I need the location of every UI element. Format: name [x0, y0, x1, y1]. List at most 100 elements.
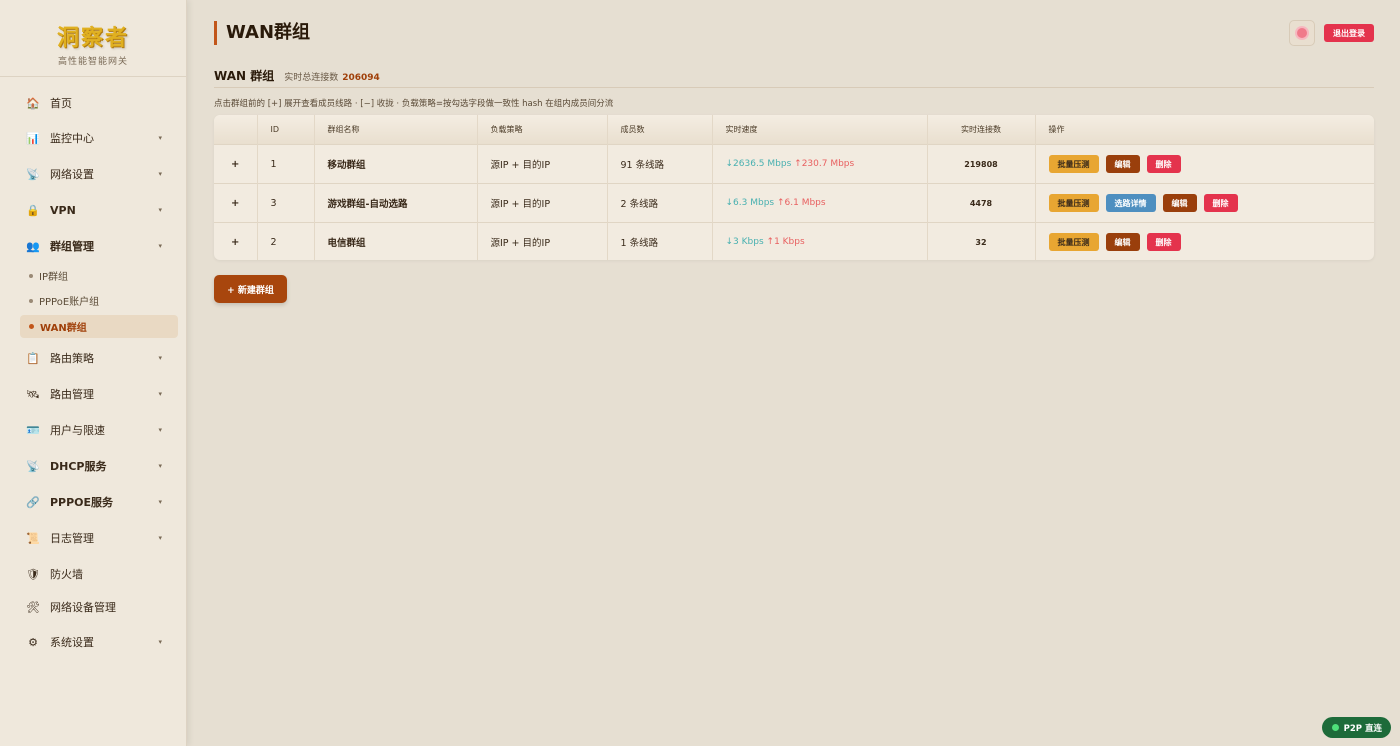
chevron-down-icon: ▾ — [158, 242, 162, 250]
connections-cell: 4478 — [927, 183, 1036, 223]
p2p-label: P2P 直连 — [1343, 723, 1382, 734]
chevron-down-icon: ▾ — [158, 426, 162, 434]
group-name-cell: 电信群组 — [314, 222, 478, 260]
status-led-icon — [1331, 724, 1339, 731]
id-cell: 1 — [257, 144, 315, 184]
id-cell: 3 — [257, 183, 315, 223]
sidebar-item-label: 首页 — [50, 97, 72, 110]
actions-cell: 批量压测 编辑 删除 — [1035, 144, 1374, 184]
sidebar-item-5[interactable]: 📋 路由策略 ▾ — [20, 345, 168, 371]
download-speed: ↓6.3 Mbps — [725, 198, 775, 208]
sidebar-item-1[interactable]: 📊 监控中心 ▾ — [20, 125, 168, 151]
chevron-down-icon: ▾ — [158, 462, 162, 470]
sidebar: 洞察者 高性能智能网关 🏠 首页 📊 监控中心 ▾ 📡 网络设置 ▾ 🔒 VPN ▾ 👥 群组管理 ▾ 📋 路… — [0, 0, 187, 746]
stress-test-button[interactable]: 批量压测 — [1048, 155, 1099, 173]
members-cell: 1 条线路 — [607, 222, 713, 260]
sidebar-item-label: 群组管理 — [50, 240, 94, 253]
sidebar-subitem-0[interactable]: IP群组 — [20, 264, 178, 287]
expand-cell: + — [214, 183, 258, 223]
live-connections-label: 实时总连接数 — [284, 73, 339, 83]
section-title: WAN 群组 — [214, 69, 275, 83]
route-detail-button[interactable]: 选路详情 — [1105, 194, 1156, 212]
speed-cell: ↓2636.5 Mbps ↑230.7 Mbps — [712, 144, 928, 184]
sidebar-item-label: DHCP服务 — [50, 460, 107, 473]
edit-button[interactable]: 编辑 — [1105, 233, 1140, 251]
sidebar-item-8[interactable]: 📡 DHCP服务 ▾ — [20, 453, 168, 479]
table-header-row: ID 群组名称 负载策略 成员数 实时速度 实时连接数 操作 — [214, 115, 1374, 145]
sidebar-item-label: 路由策略 — [50, 352, 94, 365]
chevron-down-icon: ▾ — [158, 206, 162, 214]
group-name-cell: 移动群组 — [314, 144, 478, 184]
col-speed-header: 实时速度 — [712, 115, 928, 145]
delete-button[interactable]: 删除 — [1146, 233, 1181, 251]
sidebar-subitem-1[interactable]: PPPoE账户组 — [20, 289, 178, 312]
sidebar-item-4[interactable]: 👥 群组管理 ▾ — [20, 233, 168, 259]
table-row: +1 移动群组 源IP + 目的IP 91 条线路 ↓2636.5 Mbps ↑230.… — [214, 144, 1374, 184]
stress-test-button[interactable]: 批量压测 — [1048, 233, 1099, 251]
members-cell: 2 条线路 — [607, 183, 713, 223]
sidebar-item-7[interactable]: 🪪 用户与限速 ▾ — [20, 417, 168, 443]
settings-toggle-button[interactable] — [1289, 20, 1315, 46]
brand: 洞察者 高性能智能网关 — [0, 0, 186, 77]
policy-cell: 源IP + 目的IP — [477, 144, 608, 184]
speed-cell: ↓6.3 Mbps ↑6.1 Mbps — [712, 183, 928, 223]
id-cell: 2 — [257, 222, 315, 260]
sidebar-subitem-label: WAN群组 — [40, 323, 87, 334]
actions-cell: 批量压测 选路详情 编辑 删除 — [1035, 183, 1374, 223]
p2p-status-badge[interactable]: P2P 直连 — [1321, 717, 1391, 738]
expand-toggle[interactable]: + — [231, 237, 239, 248]
link-icon: 🔗 — [26, 495, 40, 509]
sidebar-item-3[interactable]: 🔒 VPN ▾ — [20, 197, 168, 223]
tools-icon: 🛠 — [26, 600, 40, 614]
sidebar-subitem-label: IP群组 — [39, 272, 68, 283]
sidebar-item-12[interactable]: 🛠 网络设备管理 — [20, 594, 168, 620]
members-cell: 91 条线路 — [607, 144, 713, 184]
sidebar-item-9[interactable]: 🔗 PPPOE服务 ▾ — [20, 489, 168, 515]
stress-test-button[interactable]: 批量压测 — [1048, 194, 1099, 212]
delete-button[interactable]: 删除 — [1146, 155, 1181, 173]
sidebar-item-0[interactable]: 🏠 首页 — [20, 90, 168, 116]
brand-logo[interactable]: 洞察者 — [0, 0, 186, 52]
home-icon: 🏠 — [26, 96, 40, 110]
edit-button[interactable]: 编辑 — [1105, 155, 1140, 173]
sidebar-item-2[interactable]: 📡 网络设置 ▾ — [20, 161, 168, 187]
sidebar-item-6[interactable]: 🛰 路由管理 ▾ — [20, 381, 168, 407]
lock-icon: 🔒 — [26, 203, 40, 217]
dhcp-icon: 📡 — [26, 459, 40, 473]
brand-subtitle: 高性能智能网关 — [57, 57, 128, 67]
chevron-down-icon: ▾ — [158, 390, 162, 398]
bullet-icon — [29, 298, 33, 303]
col-expand-header — [214, 115, 258, 145]
chevron-down-icon: ▾ — [158, 534, 162, 542]
connections-cell: 32 — [927, 222, 1036, 260]
sidebar-item-label: 监控中心 — [50, 132, 94, 145]
sidebar-subitem-label: PPPoE账户组 — [39, 297, 100, 308]
table-row: +3 游戏群组-自动选路 源IP + 目的IP 2 条线路 ↓6.3 Mbps ↑6.1… — [214, 183, 1374, 223]
upload-speed: ↑1 Kbps — [766, 237, 805, 247]
col-connections-header: 实时连接数 — [927, 115, 1036, 145]
table-row: +2 电信群组 源IP + 目的IP 1 条线路 ↓3 Kbps ↑1 Kbps 32 批量… — [214, 222, 1374, 260]
new-group-button[interactable]: + 新建群组 — [214, 275, 287, 303]
delete-button[interactable]: 删除 — [1203, 194, 1238, 212]
col-actions-header: 操作 — [1035, 115, 1374, 145]
sidebar-item-label: 网络设备管理 — [50, 601, 116, 614]
logout-button[interactable]: 退出登录 — [1324, 24, 1374, 42]
sidebar-item-label: PPPOE服务 — [50, 496, 114, 509]
live-connections-value: 206094 — [342, 73, 380, 83]
sidebar-item-label: 防火墙 — [50, 568, 83, 581]
sidebar-item-11[interactable]: 🛡 防火墙 — [20, 561, 168, 587]
expand-toggle[interactable]: + — [231, 198, 239, 209]
divider — [214, 87, 1374, 88]
id-card-icon: 🪪 — [26, 423, 40, 437]
chevron-down-icon: ▾ — [158, 638, 162, 646]
edit-button[interactable]: 编辑 — [1162, 194, 1197, 212]
chevron-down-icon: ▾ — [158, 354, 162, 362]
sidebar-item-10[interactable]: 📜 日志管理 ▾ — [20, 525, 168, 551]
expand-toggle[interactable]: + — [231, 159, 239, 170]
section-header: WAN 群组 实时总连接数 206094 — [214, 67, 380, 84]
sidebar-item-label: 路由管理 — [50, 388, 94, 401]
sidebar-item-13[interactable]: ⚙ 系统设置 ▾ — [20, 629, 168, 655]
bullet-icon — [29, 324, 34, 329]
sidebar-subitem-2[interactable]: WAN群组 — [20, 315, 178, 338]
expand-cell: + — [214, 144, 258, 184]
